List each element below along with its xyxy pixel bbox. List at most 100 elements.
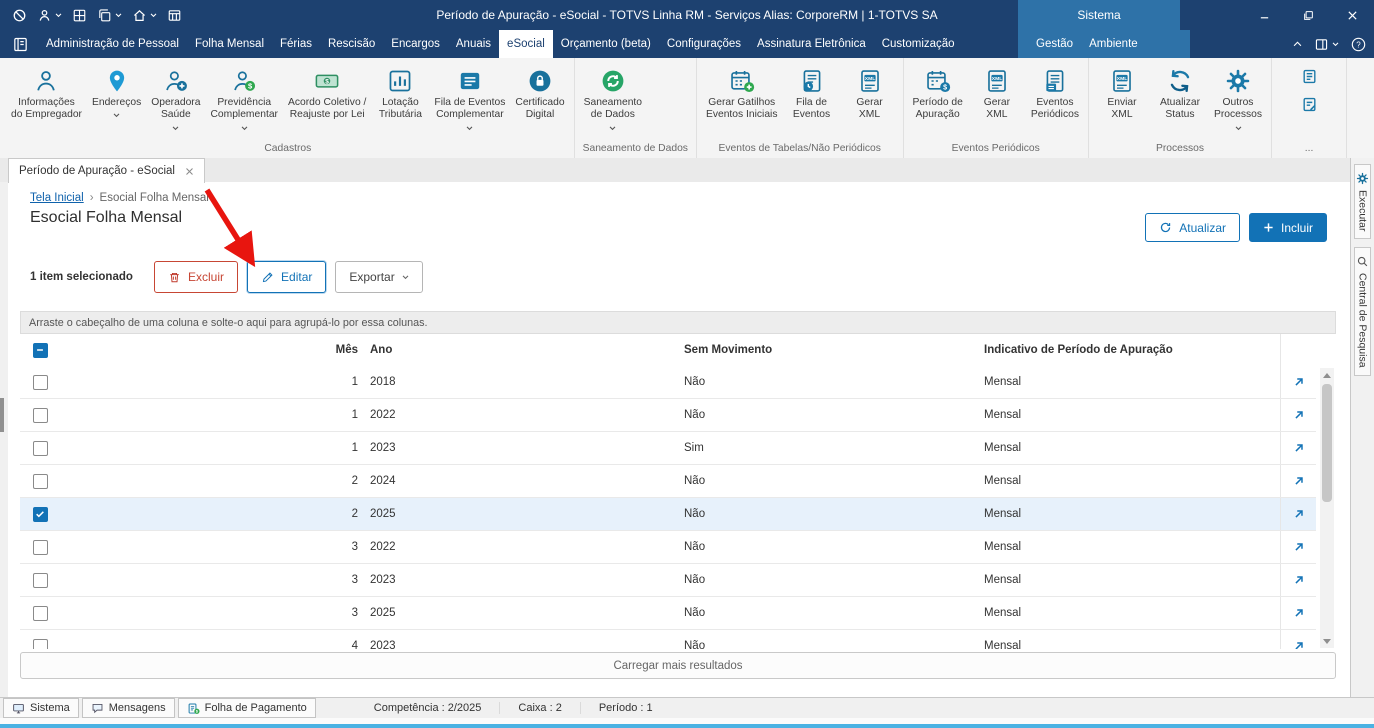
scroll-up-icon[interactable] bbox=[1320, 368, 1334, 382]
ribbon-button-saneamento-de-dados[interactable]: Saneamento de Dados bbox=[579, 65, 647, 133]
row-open-icon[interactable] bbox=[1292, 573, 1306, 587]
splitter-handle[interactable] bbox=[0, 398, 4, 432]
statusbar-tab-sistema[interactable]: Sistema bbox=[3, 698, 79, 718]
ribbon-button-gerar-xml[interactable]: XMLGerar XML bbox=[841, 65, 899, 124]
side-tab-executar[interactable]: Executar bbox=[1354, 164, 1371, 239]
user-card-icon bbox=[163, 67, 189, 94]
row-checkbox[interactable] bbox=[33, 540, 48, 555]
row-open-icon[interactable] bbox=[1292, 408, 1306, 422]
load-more-button[interactable]: Carregar mais resultados bbox=[20, 652, 1336, 679]
table-row[interactable]: 22024NãoMensal bbox=[20, 465, 1316, 498]
ribbon-button-previdencia-complementar[interactable]: $Previdência Complementar bbox=[205, 65, 283, 133]
ribbon-button-eventos-periodicos[interactable]: Eventos Periódicos bbox=[1026, 65, 1084, 124]
panel-icon[interactable] bbox=[1314, 37, 1339, 52]
tab-periodo-apuracao-esocial[interactable]: Período de Apuração - eSocial bbox=[8, 158, 205, 183]
ribbon-button-periodo-de-apuracao[interactable]: $Período de Apuração bbox=[908, 65, 968, 124]
ribbon-button-gerar-xml[interactable]: XMLGerar XML bbox=[968, 65, 1026, 124]
menu-item-administracao-de-pessoal[interactable]: Administração de Pessoal bbox=[38, 30, 187, 58]
chevron-up-icon[interactable] bbox=[1293, 41, 1302, 47]
grid-icon[interactable] bbox=[72, 8, 87, 23]
table-row[interactable]: 32023NãoMensal bbox=[20, 564, 1316, 597]
row-checkbox[interactable] bbox=[33, 606, 48, 621]
context-tab-sistema[interactable]: Sistema bbox=[1018, 0, 1180, 30]
ribbon-button-atualizar-status[interactable]: Atualizar Status bbox=[1151, 65, 1209, 124]
ribbon-button-informacoes-do-empregador[interactable]: Informações do Empregador bbox=[6, 65, 87, 124]
ribbon-button-fila-de-eventos-complementar[interactable]: Fila de Eventos Complementar bbox=[429, 65, 510, 133]
table-row[interactable]: 12023SimMensal bbox=[20, 432, 1316, 465]
statusbar-tab-mensagens[interactable]: Mensagens bbox=[82, 698, 175, 718]
side-tab-central-de-pesquisa[interactable]: Central de Pesquisa bbox=[1354, 247, 1371, 376]
menu-item-anuais[interactable]: Anuais bbox=[448, 30, 499, 58]
menu-item-configuracoes[interactable]: Configurações bbox=[659, 30, 749, 58]
table-row[interactable]: 22025NãoMensal bbox=[20, 498, 1316, 531]
menu-item-ambiente[interactable]: Ambiente bbox=[1081, 30, 1146, 58]
row-open-icon[interactable] bbox=[1292, 441, 1306, 455]
menu-item-esocial[interactable]: eSocial bbox=[499, 30, 553, 58]
column-header-sem-movimento[interactable]: Sem Movimento bbox=[684, 344, 984, 356]
ribbon-button-lotacao-tributaria[interactable]: Lotação Tributária bbox=[371, 65, 429, 124]
row-open-icon[interactable] bbox=[1292, 540, 1306, 554]
column-header-indicativo[interactable]: Indicativo de Período de Apuração bbox=[984, 344, 1280, 356]
menu-item-rescisao[interactable]: Rescisão bbox=[320, 30, 383, 58]
block-icon[interactable] bbox=[12, 8, 27, 23]
table-row[interactable]: 12022NãoMensal bbox=[20, 399, 1316, 432]
column-header-mes[interactable]: Mês bbox=[60, 344, 358, 356]
breadcrumb-link-tela-inicial[interactable]: Tela Inicial bbox=[30, 192, 84, 204]
row-open-icon[interactable] bbox=[1292, 474, 1306, 488]
ribbon-button-mini-doc[interactable] bbox=[1280, 66, 1338, 87]
row-open-icon[interactable] bbox=[1292, 639, 1306, 649]
row-checkbox[interactable] bbox=[33, 375, 48, 390]
table-row[interactable]: 12018NãoMensal bbox=[20, 366, 1316, 399]
ribbon-group-saneamento-de-dados: Saneamento de DadosSaneamento de Dados bbox=[575, 58, 697, 158]
scrollbar-thumb[interactable] bbox=[1322, 384, 1332, 502]
edit-button[interactable]: Editar bbox=[247, 261, 326, 293]
row-checkbox[interactable] bbox=[33, 573, 48, 588]
refresh-button[interactable]: Atualizar bbox=[1145, 213, 1240, 242]
row-checkbox[interactable] bbox=[33, 408, 48, 423]
ribbon-button-enviar-xml[interactable]: XMLEnviar XML bbox=[1093, 65, 1151, 124]
add-button[interactable]: Incluir bbox=[1249, 213, 1327, 242]
menu-item-assinatura-eletronica[interactable]: Assinatura Eletrônica bbox=[749, 30, 874, 58]
table-scrollbar[interactable] bbox=[1320, 368, 1334, 648]
column-header-ano[interactable]: Ano bbox=[358, 344, 684, 356]
user-icon[interactable] bbox=[37, 8, 62, 23]
ribbon-button-operadora-saude[interactable]: Operadora Saúde bbox=[146, 65, 205, 133]
row-open-icon[interactable] bbox=[1292, 375, 1306, 389]
ribbon-button-fila-de-eventos[interactable]: Fila de Eventos bbox=[783, 65, 841, 124]
statusbar-tab-folha-de-pagamento[interactable]: $Folha de Pagamento bbox=[178, 698, 316, 718]
scroll-down-icon[interactable] bbox=[1320, 634, 1334, 648]
row-open-icon[interactable] bbox=[1292, 507, 1306, 521]
tab-close-icon[interactable] bbox=[185, 167, 194, 176]
table-row[interactable]: 42023NãoMensal bbox=[20, 630, 1316, 649]
menu-item-orcamento-beta[interactable]: Orçamento (beta) bbox=[553, 30, 659, 58]
home-icon[interactable] bbox=[132, 8, 157, 23]
row-checkbox[interactable] bbox=[33, 639, 48, 650]
close-button[interactable] bbox=[1330, 0, 1374, 30]
copy-icon[interactable] bbox=[97, 8, 122, 23]
menu-item-folha-mensal[interactable]: Folha Mensal bbox=[187, 30, 272, 58]
row-checkbox[interactable] bbox=[33, 441, 48, 456]
ribbon-button-gerar-gatilhos-eventos-iniciais[interactable]: Gerar Gatilhos Eventos Iniciais bbox=[701, 65, 783, 124]
menu-item-encargos[interactable]: Encargos bbox=[383, 30, 448, 58]
menu-item-ferias[interactable]: Férias bbox=[272, 30, 320, 58]
select-all-checkbox[interactable] bbox=[33, 343, 48, 358]
delete-button[interactable]: Excluir bbox=[154, 261, 238, 293]
row-open-icon[interactable] bbox=[1292, 606, 1306, 620]
help-icon[interactable]: ? bbox=[1351, 37, 1366, 52]
ribbon-button-mini-doc2[interactable] bbox=[1280, 94, 1338, 115]
table-row[interactable]: 32025NãoMensal bbox=[20, 597, 1316, 630]
minimize-button[interactable] bbox=[1242, 0, 1286, 30]
ribbon-button-enderecos[interactable]: Endereços bbox=[87, 65, 146, 120]
burger-icon[interactable] bbox=[0, 36, 38, 53]
row-checkbox[interactable] bbox=[33, 474, 48, 489]
table-icon[interactable] bbox=[167, 8, 182, 23]
ribbon-button-outros-processos[interactable]: Outros Processos bbox=[1209, 65, 1267, 133]
ribbon-button-acordo-coletivo-reajuste-por-lei[interactable]: $Acordo Coletivo / Reajuste por Lei bbox=[283, 65, 371, 124]
menu-item-customizacao[interactable]: Customização bbox=[874, 30, 963, 58]
row-checkbox[interactable] bbox=[33, 507, 48, 522]
maximize-button[interactable] bbox=[1286, 0, 1330, 30]
table-row[interactable]: 32022NãoMensal bbox=[20, 531, 1316, 564]
menu-item-gestao[interactable]: Gestão bbox=[1028, 30, 1081, 58]
export-button[interactable]: Exportar bbox=[335, 261, 422, 293]
ribbon-button-certificado-digital[interactable]: Certificado Digital bbox=[510, 65, 569, 124]
